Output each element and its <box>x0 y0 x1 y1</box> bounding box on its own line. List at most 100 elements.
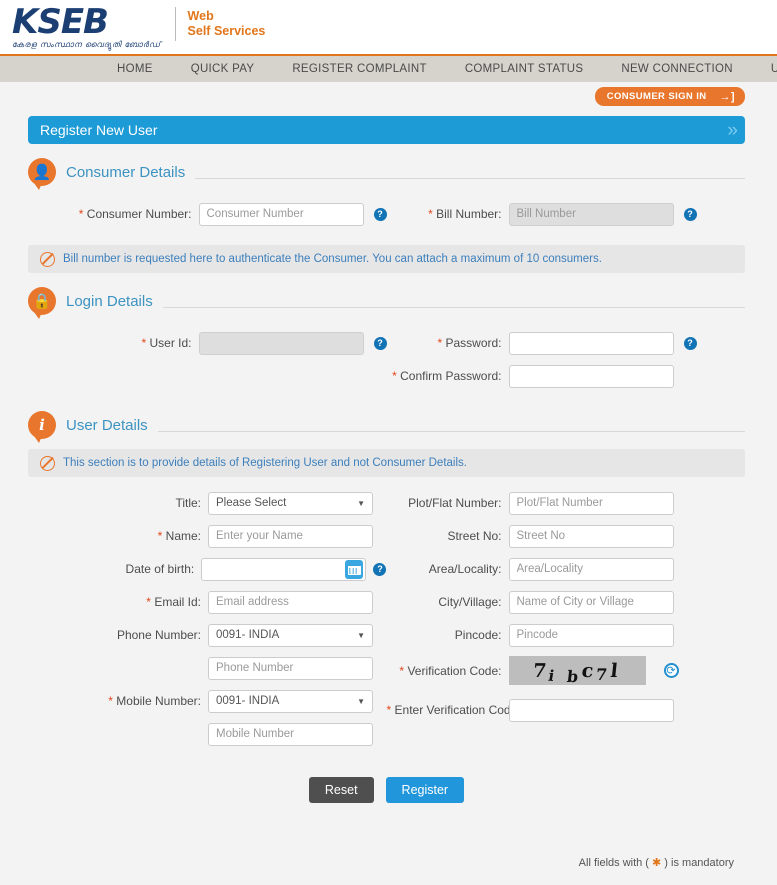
login-details-header: 🔒 Login Details <box>28 273 745 319</box>
verification-code-row: * Verification Code: 7i bc7l ⟳ <box>387 656 746 685</box>
logo[interactable]: KSEB കേരള സംസ്ഥാന വൈദ്യുതി ബോർഡ് Web Sel… <box>12 5 265 50</box>
confirm-password-input[interactable] <box>508 364 674 388</box>
enter-verification-code-input[interactable] <box>508 698 674 722</box>
login-right-column: * Password: ? * Confirm Password: <box>387 331 746 397</box>
phone-country-code-select[interactable]: 0091- INDIA ▼ <box>208 623 373 647</box>
user-details-title: User Details <box>66 416 148 434</box>
phone-number-label: Phone Number: <box>116 628 201 642</box>
refresh-captcha-icon[interactable]: ⟳ <box>663 663 679 678</box>
street-no-row: Street No: <box>387 524 746 548</box>
city-village-row: City/Village: <box>387 590 746 614</box>
no-entry-icon <box>40 455 55 471</box>
nav-item-home[interactable]: HOME <box>98 63 172 75</box>
city-village-label: City/Village: <box>438 595 502 609</box>
chevron-down-icon: ▼ <box>357 696 365 706</box>
nav-item-complaint-status[interactable]: COMPLAINT STATUS <box>446 63 603 75</box>
section-divider <box>162 306 745 308</box>
consumer-details-title: Consumer Details <box>66 163 186 181</box>
verification-code-label: * Verification Code: <box>399 663 502 678</box>
user-fields-grid: Title: Please Select ▼ * Name: Date of b… <box>28 491 745 755</box>
dob-help-icon[interactable]: ? <box>373 562 387 576</box>
enter-verification-code-row: * Enter Verification Code: <box>387 698 746 722</box>
login-left-column: * User Id: ? <box>28 331 387 397</box>
captcha-image: 7i bc7l <box>508 656 646 686</box>
info-icon: i <box>28 411 56 443</box>
password-label: * Password: <box>437 336 502 350</box>
bill-number-label: * Bill Number: <box>428 207 502 221</box>
consumer-number-input[interactable] <box>198 202 364 226</box>
logo-divider <box>174 6 176 41</box>
plot-flat-row: Plot/Flat Number: <box>387 491 746 515</box>
bill-number-row: * Bill Number: ? <box>387 202 746 226</box>
user-details-fields: Title: Please Select ▼ * Name: Date of b… <box>28 491 745 803</box>
consumer-number-help-icon[interactable]: ? <box>373 207 387 221</box>
consumer-details-header: 👤 Consumer Details <box>28 144 745 190</box>
title-select[interactable]: Please Select ▼ <box>208 491 373 515</box>
consumer-sign-in-button[interactable]: CONSUMER SIGN IN →] <box>594 87 745 106</box>
chevron-down-icon: ▼ <box>357 498 365 508</box>
nav-item-user-guide[interactable]: USER GUIDE <box>752 63 777 75</box>
pincode-input[interactable] <box>508 623 674 647</box>
user-info-bar: This section is to provide details of Re… <box>28 449 745 477</box>
nav-item-quick-pay[interactable]: QUICK PAY <box>172 63 274 75</box>
city-village-input[interactable] <box>508 590 674 614</box>
required-star: * <box>108 694 113 708</box>
mobile-number-label: * Mobile Number: <box>108 694 201 708</box>
dob-input[interactable] <box>201 557 367 581</box>
person-icon: 👤 <box>28 158 56 190</box>
bill-number-input[interactable] <box>508 202 674 226</box>
confirm-password-row: * Confirm Password: <box>387 364 746 388</box>
title-selected-value: Please Select <box>216 497 287 509</box>
phone-number-input[interactable] <box>208 656 373 680</box>
consumer-fields-grid: * Consumer Number: ? * Bill Number: ? <box>28 202 745 235</box>
login-details-section: 🔒 Login Details * User Id: ? * Password:… <box>28 273 745 397</box>
captcha-text: 7i bc7l <box>532 659 622 686</box>
user-left-column: Title: Please Select ▼ * Name: Date of b… <box>28 491 387 755</box>
name-input[interactable] <box>208 524 373 548</box>
user-details-section: i User Details <box>28 397 745 443</box>
no-entry-icon <box>40 251 55 267</box>
reset-button[interactable]: Reset <box>308 777 374 803</box>
dob-label: Date of birth: <box>125 562 195 576</box>
consumer-left-column: * Consumer Number: ? <box>28 202 387 235</box>
phone-country-code-value: 0091- INDIA <box>216 629 280 641</box>
user-id-help-icon[interactable]: ? <box>373 336 387 350</box>
user-id-input[interactable] <box>198 331 364 355</box>
required-star: * <box>141 336 147 350</box>
register-button[interactable]: Register <box>385 777 465 803</box>
street-no-input[interactable] <box>508 524 674 548</box>
mandatory-star-icon: ✱ <box>652 857 662 869</box>
title-row: Title: Please Select ▼ <box>28 491 387 515</box>
consumer-sign-in-label: CONSUMER SIGN IN <box>606 91 707 102</box>
bill-number-help-icon[interactable]: ? <box>683 207 697 221</box>
section-divider <box>195 177 745 179</box>
nav-item-new-connection[interactable]: NEW CONNECTION <box>602 63 752 75</box>
mandatory-note-prefix: All fields with ( <box>578 857 653 869</box>
password-input[interactable] <box>508 331 674 355</box>
plot-flat-input[interactable] <box>508 491 674 515</box>
double-chevron-right-icon: » <box>727 119 737 141</box>
phone-number-row <box>28 656 387 680</box>
required-star: * <box>392 369 397 383</box>
signin-row: CONSUMER SIGN IN →] <box>0 82 777 112</box>
mobile-country-code-select[interactable]: 0091- INDIA ▼ <box>208 689 373 713</box>
email-input[interactable] <box>208 590 373 614</box>
password-help-icon[interactable]: ? <box>683 336 697 350</box>
area-locality-row: Area/Locality: <box>387 557 746 581</box>
title-label: Title: <box>175 496 201 510</box>
enter-verification-code-label: * Enter Verification Code: <box>386 703 521 717</box>
nav-item-register-complaint[interactable]: REGISTER COMPLAINT <box>273 63 445 75</box>
page-root: KSEB കേരള സംസ്ഥാന വൈദ്യുതി ബോർഡ് Web Sel… <box>0 0 777 885</box>
consumer-details-section: 👤 Consumer Details * Consumer Number: ? <box>28 144 745 235</box>
required-star: * <box>428 207 433 221</box>
user-details-header: i User Details <box>28 397 745 443</box>
mobile-number-input[interactable] <box>208 722 373 746</box>
login-fields-grid: * User Id: ? * Password: ? * Confirm Pas… <box>28 331 745 397</box>
area-locality-input[interactable] <box>508 557 674 581</box>
required-star: * <box>78 207 84 221</box>
required-star: * <box>399 663 405 678</box>
calendar-icon[interactable] <box>345 559 364 579</box>
user-info-text: This section is to provide details of Re… <box>63 457 467 469</box>
mobile-code-row: * Mobile Number: 0091- INDIA ▼ <box>28 689 387 713</box>
chevron-down-icon: ▼ <box>357 630 365 640</box>
